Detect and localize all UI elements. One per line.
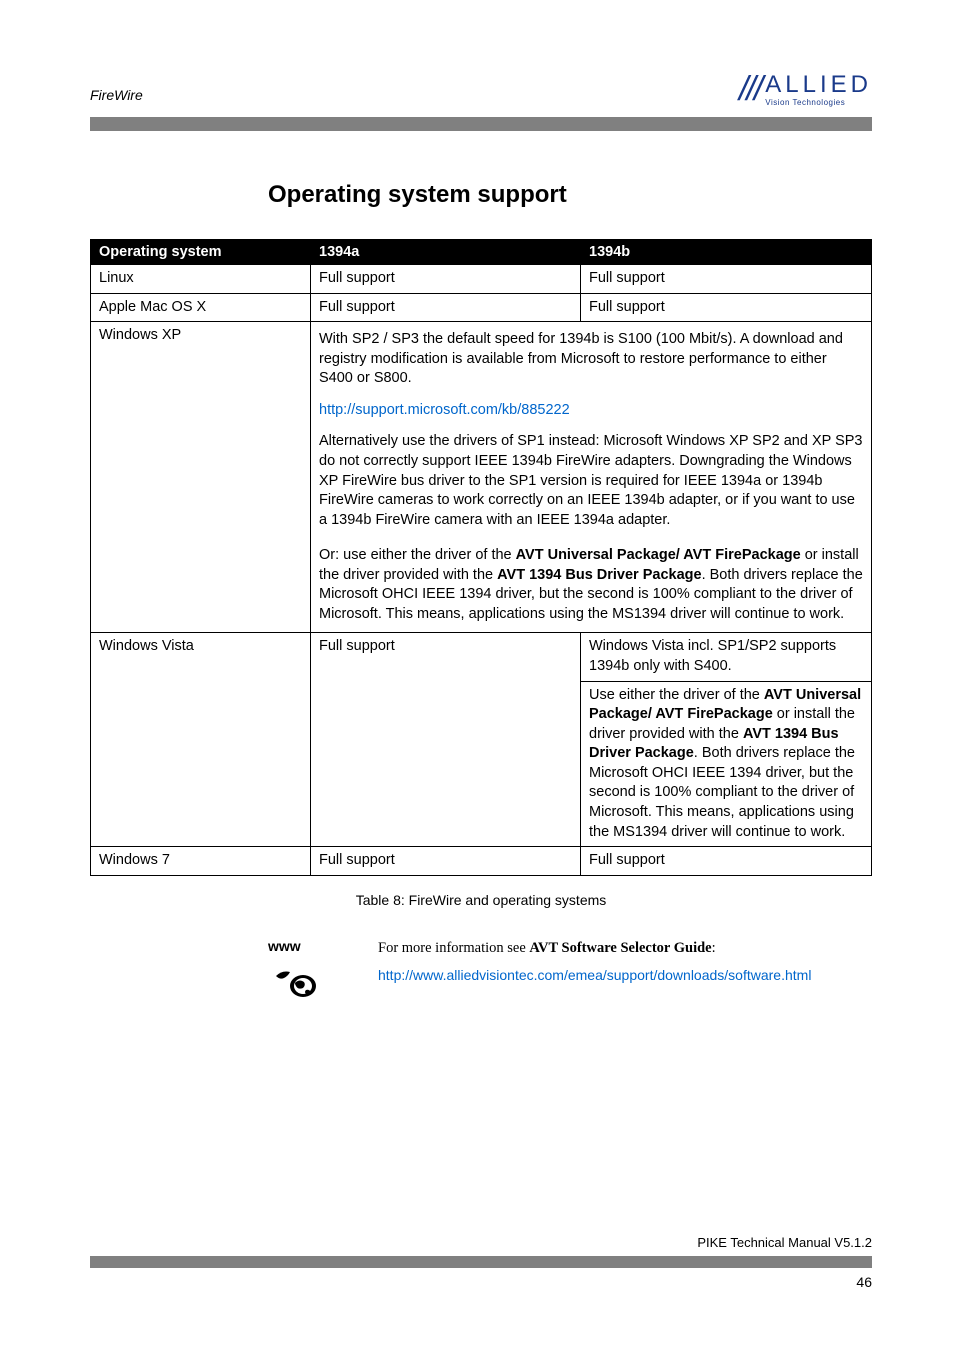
- cell-os: Windows XP: [91, 322, 311, 397]
- th-os: Operating system: [91, 240, 311, 265]
- table-row: Windows 7 Full support Full support: [91, 847, 872, 876]
- cell-vista-b1: Windows Vista incl. SP1/SP2 supports 139…: [581, 633, 872, 681]
- logo-main: ALLIED: [765, 73, 872, 97]
- header-divider: [90, 117, 872, 131]
- cell-1394b: Full support: [581, 265, 872, 294]
- th-1394a: 1394a: [311, 240, 581, 265]
- logo-slash-icon: ///: [739, 70, 761, 109]
- cell-xp-detail: With SP2 / SP3 the default speed for 139…: [311, 322, 872, 397]
- xp-p1: With SP2 / SP3 the default speed for 139…: [319, 326, 863, 393]
- xp-p3: Or: use either the driver of the AVT Uni…: [319, 542, 863, 628]
- info-link[interactable]: http://www.alliedvisiontec.com/emea/supp…: [378, 966, 811, 986]
- footer-title: PIKE Technical Manual V5.1.2: [90, 1235, 872, 1250]
- th-1394b: 1394b: [581, 240, 872, 265]
- cell-os: Apple Mac OS X: [91, 293, 311, 322]
- cell-1394a: Full support: [311, 847, 581, 876]
- globe-hand-icon: [268, 964, 348, 1009]
- table-row: http://support.microsoft.com/kb/885222: [91, 397, 872, 425]
- logo: /// ALLIED Vision Technologies: [739, 70, 872, 109]
- footer: PIKE Technical Manual V5.1.2 46: [90, 1235, 872, 1290]
- cell-1394b: Full support: [581, 847, 872, 876]
- page-number: 46: [90, 1274, 872, 1290]
- info-block: www For more information see AVT Softwar…: [268, 938, 872, 1009]
- table-row: Windows Vista Full support Windows Vista…: [91, 633, 872, 681]
- cell-os: Linux: [91, 265, 311, 294]
- xp-link[interactable]: http://support.microsoft.com/kb/885222: [319, 402, 570, 418]
- cell-1394a: Full support: [311, 293, 581, 322]
- table-row: Windows XP With SP2 / SP3 the default sp…: [91, 322, 872, 397]
- info-label: www: [268, 938, 348, 954]
- os-support-table: Operating system 1394a 1394b Linux Full …: [90, 239, 872, 876]
- cell-vista-b2: Use either the driver of the AVT Univers…: [581, 681, 872, 847]
- cell-1394b: Full support: [581, 293, 872, 322]
- cell-1394a: Full support: [311, 633, 581, 847]
- cell-os: Windows Vista: [91, 633, 311, 847]
- table-row: Linux Full support Full support: [91, 265, 872, 294]
- table-row: Alternatively use the drivers of SP1 ins…: [91, 424, 872, 538]
- breadcrumb: FireWire: [90, 87, 143, 109]
- footer-divider: [90, 1256, 872, 1268]
- info-text: For more information see AVT Software Se…: [378, 938, 811, 986]
- table-row: Or: use either the driver of the AVT Uni…: [91, 538, 872, 633]
- logo-sub: Vision Technologies: [765, 99, 872, 107]
- cell-os: Windows 7: [91, 847, 311, 876]
- cell-1394a: Full support: [311, 265, 581, 294]
- table-row: Apple Mac OS X Full support Full support: [91, 293, 872, 322]
- table-caption: Table 8: FireWire and operating systems: [90, 892, 872, 908]
- section-title: Operating system support: [268, 181, 872, 209]
- xp-p2: Alternatively use the drivers of SP1 ins…: [319, 428, 863, 534]
